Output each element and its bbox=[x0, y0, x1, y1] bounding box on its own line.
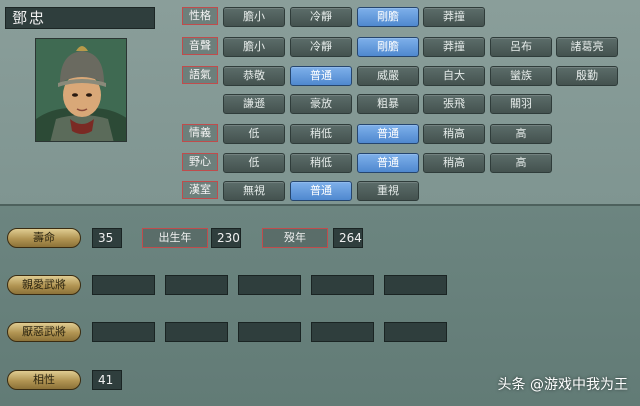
row-label: 語氣 bbox=[182, 66, 218, 84]
option-button[interactable]: 冷靜 bbox=[290, 7, 352, 27]
option-button[interactable]: 稍低 bbox=[290, 153, 352, 173]
row-label: 漢室 bbox=[182, 181, 218, 199]
option-button[interactable]: 張飛 bbox=[423, 94, 485, 114]
option-button[interactable]: 關羽 bbox=[490, 94, 552, 114]
option-button[interactable]: 呂布 bbox=[490, 37, 552, 57]
option-button[interactable]: 威嚴 bbox=[357, 66, 419, 86]
option-button[interactable]: 普通 bbox=[357, 153, 419, 173]
death-year-label: 歿年 bbox=[262, 228, 328, 248]
option-button[interactable]: 稍高 bbox=[423, 153, 485, 173]
compatibility-value: 41 bbox=[92, 370, 122, 390]
death-year-value: 264 bbox=[333, 228, 363, 248]
option-button[interactable]: 自大 bbox=[423, 66, 485, 86]
liked-general-slot[interactable] bbox=[311, 275, 374, 295]
lifespan-value: 35 bbox=[92, 228, 122, 248]
watermark: 头条 @游戏中我为王 bbox=[497, 377, 628, 393]
disliked-general-slot[interactable] bbox=[384, 322, 447, 342]
disliked-general-slot[interactable] bbox=[238, 322, 301, 342]
option-button[interactable]: 稍低 bbox=[290, 124, 352, 144]
officer-name: 鄧忠 bbox=[5, 7, 155, 29]
option-button[interactable]: 高 bbox=[490, 153, 552, 173]
liked-general-slot[interactable] bbox=[165, 275, 228, 295]
option-button[interactable]: 剛膽 bbox=[357, 37, 419, 57]
option-button[interactable]: 膽小 bbox=[223, 7, 285, 27]
option-button[interactable]: 剛膽 bbox=[357, 7, 419, 27]
liked-general-slot[interactable] bbox=[238, 275, 301, 295]
liked-general-slot[interactable] bbox=[384, 275, 447, 295]
compatibility-button[interactable]: 相性 bbox=[7, 370, 81, 390]
lifespan-button[interactable]: 壽命 bbox=[7, 228, 81, 248]
option-button[interactable]: 蠻族 bbox=[490, 66, 552, 86]
option-button[interactable]: 恭敬 bbox=[223, 66, 285, 86]
option-button[interactable]: 豪放 bbox=[290, 94, 352, 114]
row-label: 野心 bbox=[182, 153, 218, 171]
disliked-general-slot[interactable] bbox=[165, 322, 228, 342]
option-button[interactable]: 粗暴 bbox=[357, 94, 419, 114]
option-button[interactable]: 普通 bbox=[357, 124, 419, 144]
option-button[interactable]: 莽撞 bbox=[423, 37, 485, 57]
option-button[interactable]: 稍高 bbox=[423, 124, 485, 144]
option-button[interactable]: 低 bbox=[223, 153, 285, 173]
officer-portrait bbox=[35, 38, 127, 142]
option-button[interactable]: 高 bbox=[490, 124, 552, 144]
option-button[interactable]: 普通 bbox=[290, 66, 352, 86]
option-button[interactable]: 普通 bbox=[290, 181, 352, 201]
row-label: 情義 bbox=[182, 124, 218, 142]
birth-year-label: 出生年 bbox=[142, 228, 208, 248]
liked-general-slot[interactable] bbox=[92, 275, 155, 295]
option-button[interactable]: 諸葛亮 bbox=[556, 37, 618, 57]
option-button[interactable]: 殷勤 bbox=[556, 66, 618, 86]
birth-year-value: 230 bbox=[211, 228, 241, 248]
row-label: 音聲 bbox=[182, 37, 218, 55]
liked-generals-button[interactable]: 親愛武將 bbox=[7, 275, 81, 295]
option-button[interactable]: 冷靜 bbox=[290, 37, 352, 57]
option-button[interactable]: 無視 bbox=[223, 181, 285, 201]
option-button[interactable]: 膽小 bbox=[223, 37, 285, 57]
option-button[interactable]: 莽撞 bbox=[423, 7, 485, 27]
disliked-generals-button[interactable]: 厭惡武將 bbox=[7, 322, 81, 342]
option-button[interactable]: 重視 bbox=[357, 181, 419, 201]
disliked-general-slot[interactable] bbox=[311, 322, 374, 342]
row-label: 性格 bbox=[182, 7, 218, 25]
option-button[interactable]: 低 bbox=[223, 124, 285, 144]
disliked-general-slot[interactable] bbox=[92, 322, 155, 342]
option-button[interactable]: 謙遜 bbox=[223, 94, 285, 114]
